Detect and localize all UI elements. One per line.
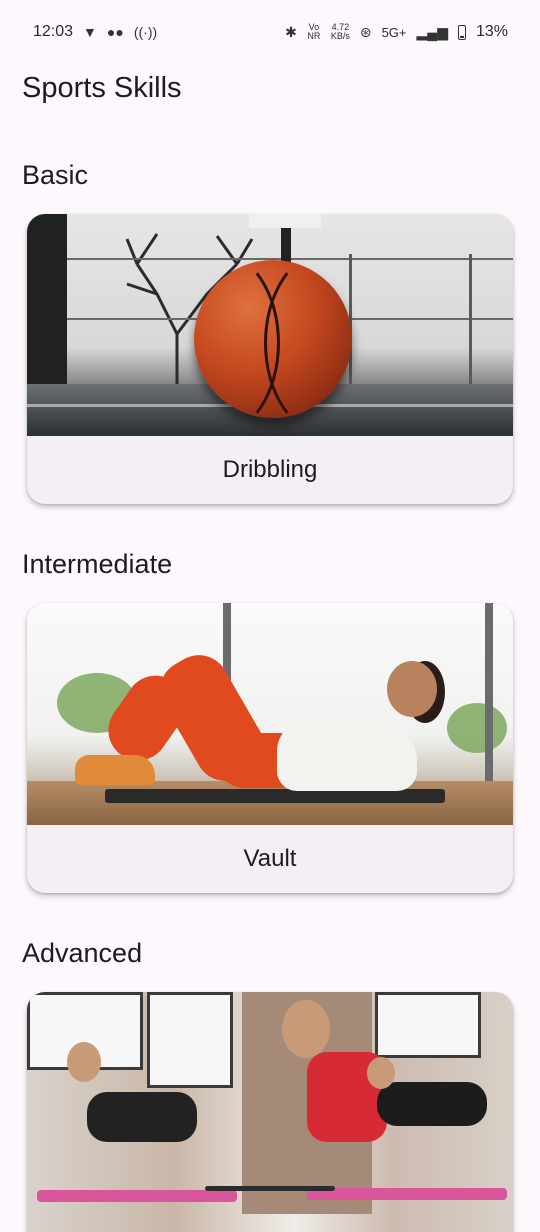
group-workout-image xyxy=(27,992,513,1232)
wall-shape xyxy=(27,214,67,384)
head-shape xyxy=(387,661,437,717)
section-title-basic: Basic xyxy=(22,160,89,190)
ball-seam xyxy=(264,250,390,436)
crunches-image xyxy=(27,603,513,825)
torso-shape xyxy=(277,721,417,791)
skill-card-advanced[interactable] xyxy=(27,992,513,1232)
vpn-shield-icon: ▼ xyxy=(83,24,97,40)
net-speed-unit: KB/s xyxy=(330,31,350,41)
exercise-mat xyxy=(307,1188,507,1200)
basketball-icon xyxy=(194,250,352,436)
pillar-shape xyxy=(485,603,493,781)
status-bar: 12:03 ▼ ●● ((·)) ✱ Vo NR 4.72 KB/s ⊛ 5G+… xyxy=(0,0,540,64)
tree-shape xyxy=(447,703,507,753)
incognito-icon: ●● xyxy=(106,24,124,40)
card-label-vault: Vault xyxy=(243,845,297,872)
window-shape xyxy=(375,992,481,1058)
network-type: 5G+ xyxy=(381,24,407,40)
section-title-advanced: Advanced xyxy=(22,938,143,968)
card-label-dribbling: Dribbling xyxy=(222,456,318,483)
skill-card-vault[interactable]: Vault xyxy=(27,603,513,893)
net-speed: 4.72 KB/s xyxy=(331,23,350,41)
battery-icon xyxy=(457,24,466,40)
head-shape xyxy=(67,1042,101,1082)
skill-card-dribbling[interactable]: Dribbling xyxy=(27,214,513,504)
status-left: 12:03 ▼ ●● ((·)) xyxy=(33,23,157,41)
wifi-icon: ⊛ xyxy=(359,23,372,40)
basketball-image xyxy=(27,214,513,436)
exercise-mat xyxy=(105,789,445,803)
exercise-mat xyxy=(37,1190,237,1202)
hoop-backboard xyxy=(249,214,321,228)
window-shape xyxy=(147,992,233,1088)
hotspot-icon: ((·)) xyxy=(133,24,158,40)
home-indicator[interactable] xyxy=(205,1186,335,1191)
person-shape xyxy=(377,1082,487,1126)
status-right: ✱ Vo NR 4.72 KB/s ⊛ 5G+ ▂▄▆ 13% xyxy=(285,23,508,41)
section-title-intermediate: Intermediate xyxy=(22,549,173,579)
hoop-pole xyxy=(281,228,291,262)
ball-seam xyxy=(154,250,280,436)
shoe-shape xyxy=(75,755,155,785)
app-title: Sports Skills xyxy=(22,72,182,104)
bluetooth-icon: ✱ xyxy=(285,23,297,40)
battery-percent: 13% xyxy=(475,23,508,40)
vonr-indicator: Vo NR xyxy=(307,22,321,41)
fence-post xyxy=(469,254,472,389)
signal-icon: ▂▄▆ xyxy=(416,23,448,40)
head-shape xyxy=(282,1000,330,1058)
head-shape xyxy=(367,1057,395,1089)
clock: 12:03 xyxy=(33,23,74,40)
person-shape xyxy=(87,1092,197,1142)
